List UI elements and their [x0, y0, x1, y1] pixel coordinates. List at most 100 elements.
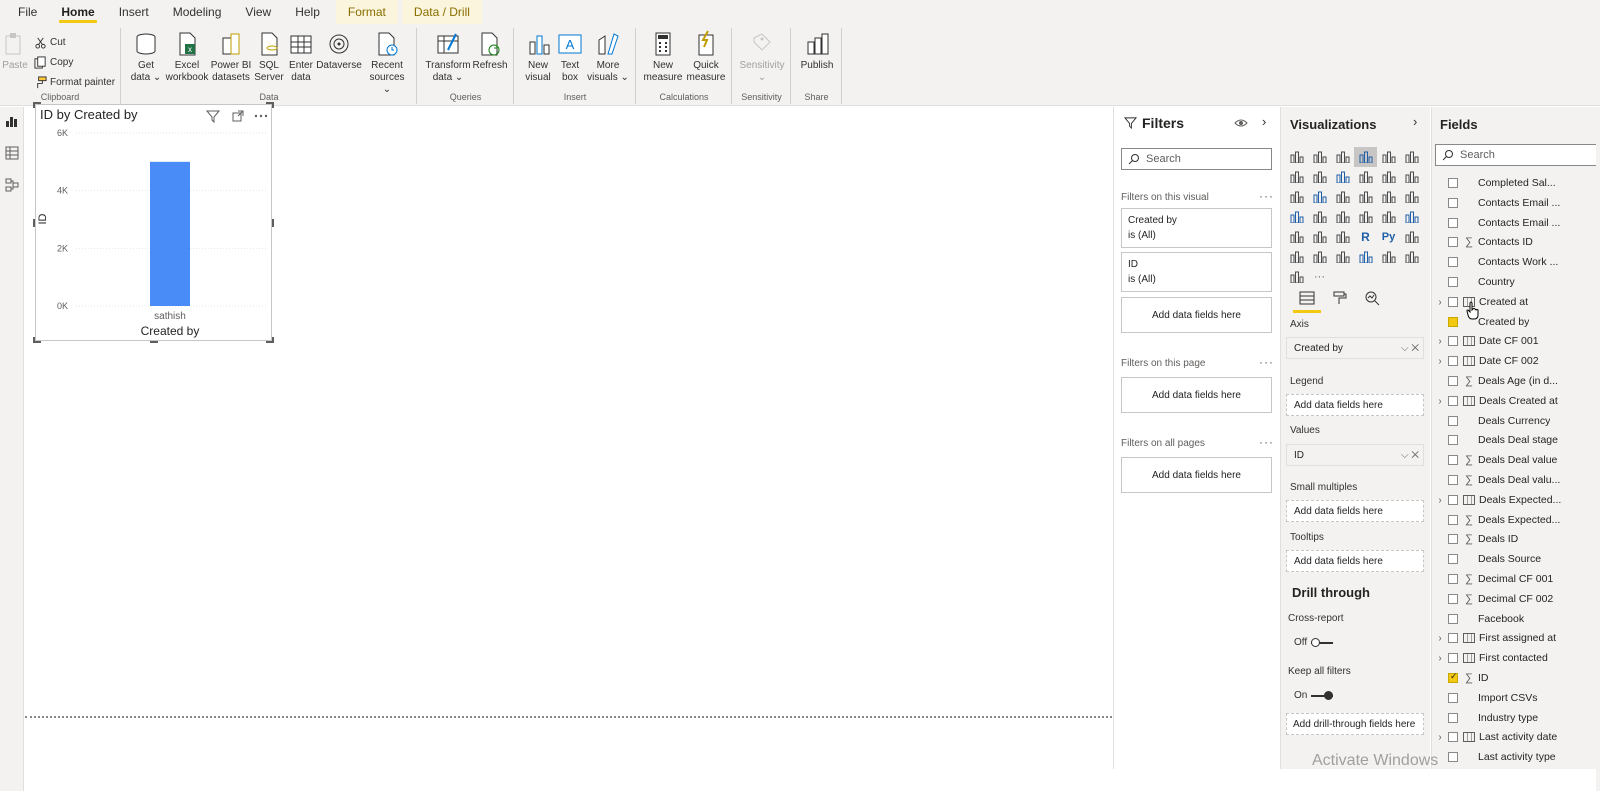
field-checkbox[interactable]: [1448, 416, 1458, 426]
100-bar-visual-icon[interactable]: [1377, 147, 1400, 167]
dataverse-button[interactable]: Dataverse: [316, 30, 362, 72]
new-visual-button[interactable]: New visual: [521, 30, 555, 84]
stacked-bar-visual-icon[interactable]: [1285, 147, 1308, 167]
slicer-visual-icon[interactable]: [1285, 227, 1308, 247]
keep-all-filters-toggle[interactable]: On: [1294, 690, 1334, 701]
field-item[interactable]: Country: [1432, 272, 1600, 292]
field-item[interactable]: › Date CF 002: [1432, 351, 1600, 371]
expand-chevron-icon[interactable]: ›: [1432, 356, 1448, 367]
field-item[interactable]: ∑ Deals Deal value: [1432, 450, 1600, 470]
field-item[interactable]: ∑ ID: [1432, 668, 1600, 688]
field-checkbox[interactable]: [1448, 633, 1458, 643]
field-checkbox[interactable]: [1448, 277, 1458, 287]
field-checkbox[interactable]: [1448, 356, 1458, 366]
expand-chevron-icon[interactable]: ›: [1432, 297, 1448, 308]
filter-card-id[interactable]: ID is (All): [1121, 252, 1272, 292]
cut-button[interactable]: Cut: [34, 36, 66, 49]
filters-visual-more-icon[interactable]: ···: [1259, 189, 1274, 203]
stacked-area-visual-icon[interactable]: [1331, 167, 1354, 187]
text-box-button[interactable]: A Text box: [555, 30, 585, 84]
menu-home[interactable]: Home: [49, 0, 106, 24]
smart-narrative-visual-icon[interactable]: [1331, 247, 1354, 267]
table-visual-icon[interactable]: [1308, 227, 1331, 247]
field-checkbox[interactable]: [1448, 732, 1458, 742]
resize-handle-bottom[interactable]: [150, 341, 158, 343]
menu-help[interactable]: Help: [283, 0, 332, 24]
funnel-visual-icon[interactable]: [1308, 187, 1331, 207]
clustered-bar-visual-icon[interactable]: [1331, 147, 1354, 167]
bar-chart-visual[interactable]: ID by Created by 0K 2K 4K 6K sathish Created …: [33, 102, 274, 343]
field-item[interactable]: ∑ Deals Deal valu...: [1432, 470, 1600, 490]
axis-field-controls-icon[interactable]: ⌵ ✕: [1401, 343, 1419, 354]
field-item[interactable]: › Last activity date: [1432, 727, 1600, 747]
field-item[interactable]: › Deals Created at: [1432, 391, 1600, 411]
analytics-magnifier-icon[interactable]: [1363, 290, 1381, 306]
stacked-column-visual-icon[interactable]: [1308, 147, 1331, 167]
field-checkbox[interactable]: [1448, 237, 1458, 247]
expand-chevron-icon[interactable]: ›: [1432, 653, 1448, 664]
menu-format[interactable]: Format: [335, 0, 398, 24]
filters-page-more-icon[interactable]: ···: [1259, 355, 1274, 369]
field-item[interactable]: Completed Sal...: [1432, 173, 1600, 193]
field-item[interactable]: ∑ Decimal CF 002: [1432, 589, 1600, 609]
ribbon-visual-icon[interactable]: [1400, 167, 1423, 187]
excel-workbook-button[interactable]: x Excel workbook: [164, 30, 210, 84]
quick-measure-button[interactable]: Quick measure: [685, 30, 727, 84]
field-item[interactable]: › First assigned at: [1432, 628, 1600, 648]
eye-icon[interactable]: [1234, 117, 1248, 129]
field-item[interactable]: ∑ Contacts ID: [1432, 232, 1600, 252]
resize-handle-bottom-left[interactable]: [33, 337, 41, 343]
power-bi-datasets-button[interactable]: Power BI datasets: [210, 30, 252, 84]
field-checkbox[interactable]: [1448, 336, 1458, 346]
waterfall-visual-icon[interactable]: [1285, 187, 1308, 207]
field-checkbox[interactable]: [1448, 455, 1458, 465]
field-item[interactable]: › First contacted: [1432, 648, 1600, 668]
field-item[interactable]: ∑ Deals Expected...: [1432, 510, 1600, 530]
field-checkbox[interactable]: [1448, 671, 1458, 683]
fields-search-input[interactable]: Search: [1435, 144, 1600, 166]
field-checkbox[interactable]: [1448, 396, 1458, 406]
field-item[interactable]: ∑ Decimal CF 001: [1432, 569, 1600, 589]
values-well[interactable]: ID ⌵ ✕: [1286, 444, 1424, 466]
field-item[interactable]: › Created at: [1432, 292, 1600, 312]
new-measure-button[interactable]: New measure: [643, 30, 683, 84]
field-item[interactable]: Facebook: [1432, 609, 1600, 629]
bar[interactable]: [150, 161, 190, 306]
line-column-visual-icon[interactable]: [1354, 167, 1377, 187]
resize-handle-bottom-right[interactable]: [266, 337, 274, 343]
resize-handle-right[interactable]: [272, 219, 274, 227]
field-item[interactable]: Contacts Email ...: [1432, 213, 1600, 233]
field-checkbox[interactable]: [1448, 376, 1458, 386]
field-item[interactable]: Created by: [1432, 312, 1600, 332]
field-checkbox[interactable]: [1448, 614, 1458, 624]
filters-all-more-icon[interactable]: ···: [1259, 435, 1274, 449]
field-item[interactable]: ∑ Deals Age (in d...: [1432, 371, 1600, 391]
sensitivity-button[interactable]: Sensitivity ⌄: [737, 30, 787, 84]
field-checkbox[interactable]: [1448, 257, 1458, 267]
field-checkbox[interactable]: [1448, 495, 1458, 505]
collapse-filters-chevron-icon[interactable]: ›: [1262, 114, 1266, 129]
drill-through-well[interactable]: Add drill-through fields here: [1286, 713, 1424, 735]
menu-data-drill[interactable]: Data / Drill: [401, 0, 482, 24]
axis-well[interactable]: Created by ⌵ ✕: [1286, 337, 1424, 359]
treemap-visual-icon[interactable]: [1400, 187, 1423, 207]
qa-visual-icon[interactable]: [1308, 247, 1331, 267]
add-page-filter-field[interactable]: Add data fields here: [1121, 377, 1272, 413]
expand-chevron-icon[interactable]: ›: [1432, 495, 1448, 506]
field-item[interactable]: Industry type: [1432, 708, 1600, 728]
area-visual-icon[interactable]: [1308, 167, 1331, 187]
model-view-icon[interactable]: [4, 177, 20, 193]
field-checkbox[interactable]: [1448, 554, 1458, 564]
copy-button[interactable]: Copy: [34, 56, 73, 69]
matrix-visual-icon[interactable]: [1331, 227, 1354, 247]
get-more-visual-icon[interactable]: [1285, 267, 1308, 287]
field-checkbox[interactable]: [1448, 218, 1458, 228]
field-checkbox[interactable]: [1448, 178, 1458, 188]
cross-report-toggle[interactable]: Off: [1294, 637, 1334, 648]
resize-handle-top-left[interactable]: [33, 102, 41, 108]
field-checkbox[interactable]: [1448, 594, 1458, 604]
add-all-pages-filter-field[interactable]: Add data fields here: [1121, 457, 1272, 493]
field-checkbox[interactable]: [1448, 693, 1458, 703]
100-column-visual-icon[interactable]: [1400, 147, 1423, 167]
field-checkbox[interactable]: [1448, 653, 1458, 663]
